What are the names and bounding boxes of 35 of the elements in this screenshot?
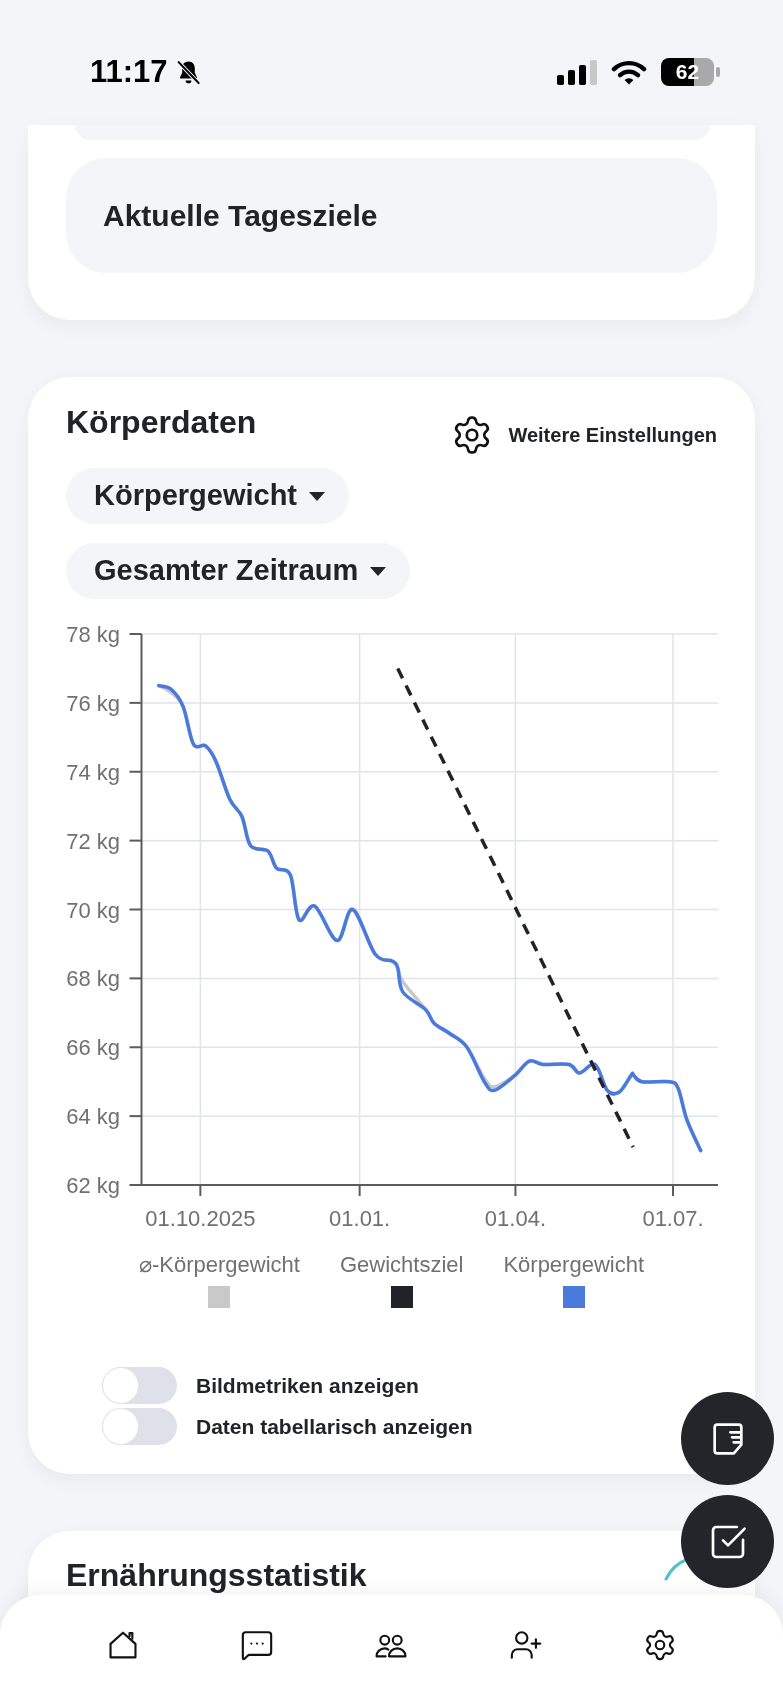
legend-label: Gewichtsziel — [339, 1253, 464, 1277]
x-axis-label: 01.07. — [642, 1206, 704, 1231]
legend-label: Körpergewicht — [503, 1253, 645, 1277]
toggle-label: Bildmetriken anzeigen — [196, 1372, 419, 1399]
dropdown[interactable]: Körpergewicht — [66, 468, 350, 524]
daily-goals-item[interactable]: Aktuelle Tagesziele — [66, 158, 717, 273]
chat-icon[interactable] — [240, 1628, 275, 1662]
battery-tip-icon — [716, 67, 720, 77]
add-user-icon[interactable] — [508, 1628, 543, 1662]
y-axis-label: 70 kg — [66, 897, 120, 923]
y-axis-label: 64 kg — [66, 1104, 120, 1130]
status-time: 11:17 — [90, 53, 168, 91]
card-title: Ernährungsstatistik — [66, 1558, 367, 1592]
toggle-label: Daten tabellarisch anzeigen — [196, 1413, 473, 1440]
dropdown[interactable]: Gesamter Zeitraum — [66, 543, 411, 599]
legend-label: ⌀-Körpergewicht — [138, 1253, 300, 1277]
card-title: Körperdaten — [66, 403, 257, 441]
wifi-icon — [611, 59, 647, 85]
toggle-switch[interactable] — [102, 1367, 177, 1404]
caret-icon — [309, 491, 326, 501]
y-axis-label: 66 kg — [66, 1035, 120, 1061]
toggle-switch[interactable] — [102, 1408, 177, 1445]
y-axis-label: 72 kg — [66, 828, 120, 854]
caret-icon — [370, 566, 387, 576]
settings-link[interactable]: Weitere Einstellungen — [451, 414, 717, 456]
y-axis-label: 78 kg — [66, 622, 120, 647]
y-axis-label: 74 kg — [66, 759, 120, 785]
x-axis-label: 01.04. — [484, 1206, 547, 1231]
x-axis-label: 01.01. — [329, 1206, 391, 1231]
x-axis-label: 01.10.2025 — [145, 1206, 256, 1231]
bell-slash-icon — [174, 58, 202, 86]
signal-icon — [557, 59, 597, 85]
y-axis-label: 62 kg — [66, 1173, 120, 1198]
y-axis-label: 76 kg — [66, 690, 120, 716]
y-axis-label: 68 kg — [66, 966, 120, 992]
